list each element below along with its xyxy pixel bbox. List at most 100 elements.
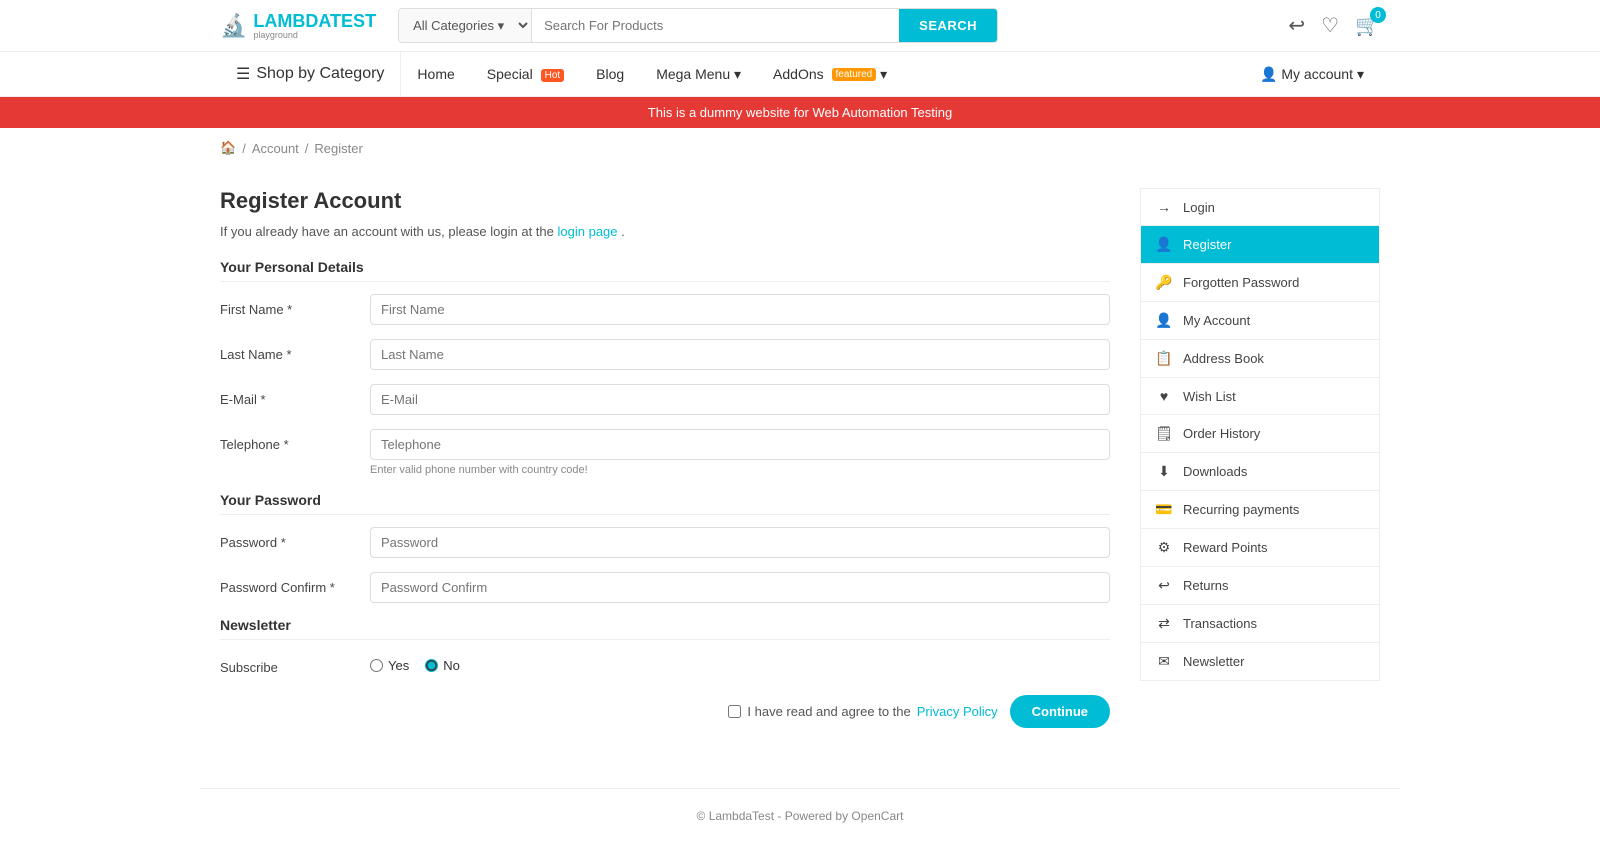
sidebar-item-newsletter[interactable]: ✉ Newsletter — [1140, 642, 1380, 681]
shop-category-label: Shop by Category — [256, 65, 384, 83]
subscribe-label: Subscribe — [220, 652, 370, 675]
subscribe-group: Subscribe Yes No — [220, 652, 1110, 675]
nav-home[interactable]: Home — [401, 54, 470, 94]
returns-icon: ↩ — [1155, 577, 1173, 594]
nav-shop-by-category[interactable]: ☰ Shop by Category — [220, 52, 401, 96]
telephone-input[interactable] — [370, 429, 1110, 460]
email-label: E-Mail * — [220, 384, 370, 407]
sidebar-item-my-account[interactable]: 👤 My Account — [1140, 301, 1380, 339]
email-group: E-Mail * — [220, 384, 1110, 415]
downloads-icon: ⬇ — [1155, 463, 1173, 480]
featured-badge: featured — [832, 68, 877, 81]
header: 🔬 LAMBDATEST playground All Categories ▾… — [0, 0, 1600, 52]
password-confirm-label: Password Confirm * — [220, 572, 370, 595]
password-confirm-group: Password Confirm * — [220, 572, 1110, 603]
sidebar-item-register[interactable]: 👤 Register — [1140, 225, 1380, 263]
personal-details-label: Your Personal Details — [220, 259, 1110, 282]
newsletter-section: Newsletter Subscribe Yes No — [220, 617, 1110, 675]
agree-checkbox[interactable] — [728, 705, 741, 718]
main-content: Register Account If you already have an … — [200, 168, 1400, 748]
last-name-group: Last Name * — [220, 339, 1110, 370]
first-name-input[interactable] — [370, 294, 1110, 325]
nav-my-account[interactable]: 👤 My account ▾ — [1244, 54, 1380, 95]
sidebar-item-forgotten-password[interactable]: 🔑 Forgotten Password — [1140, 263, 1380, 301]
last-name-label: Last Name * — [220, 339, 370, 362]
breadcrumb-home[interactable]: 🏠 — [220, 140, 236, 156]
email-input[interactable] — [370, 384, 1110, 415]
reward-points-icon: ⚙ — [1155, 539, 1173, 556]
search-bar: All Categories ▾ SEARCH — [398, 8, 998, 43]
subscribe-no-option[interactable]: No — [425, 658, 460, 673]
subscribe-radio-group: Yes No — [370, 652, 460, 673]
sidebar: → Login 👤 Register 🔑 Forgotten Password … — [1140, 188, 1380, 728]
register-form-section: Register Account If you already have an … — [220, 188, 1110, 728]
sidebar-item-address-book[interactable]: 📋 Address Book — [1140, 339, 1380, 377]
special-badge: Hot — [541, 69, 565, 82]
continue-button[interactable]: Continue — [1010, 695, 1110, 728]
logo[interactable]: 🔬 LAMBDATEST playground — [220, 12, 376, 40]
subscribe-yes-radio[interactable] — [370, 659, 383, 672]
sidebar-item-recurring-payments[interactable]: 💳 Recurring payments — [1140, 490, 1380, 528]
search-button[interactable]: SEARCH — [899, 9, 997, 42]
newsletter-label: Newsletter — [220, 617, 1110, 640]
nav-blog[interactable]: Blog — [580, 54, 640, 94]
sidebar-item-reward-points[interactable]: ⚙ Reward Points — [1140, 528, 1380, 566]
sidebar-item-transactions[interactable]: ⇄ Transactions — [1140, 604, 1380, 642]
search-input[interactable] — [532, 9, 899, 42]
first-name-group: First Name * — [220, 294, 1110, 325]
newsletter-icon: ✉ — [1155, 653, 1173, 670]
page-title: Register Account — [220, 188, 1110, 214]
agree-row: I have read and agree to the Privacy Pol… — [220, 695, 1110, 728]
account-icon: 👤 — [1260, 66, 1277, 83]
sidebar-item-login[interactable]: → Login — [1140, 188, 1380, 225]
my-account-icon: 👤 — [1155, 312, 1173, 329]
sidebar-item-wish-list[interactable]: ♥ Wish List — [1140, 377, 1380, 414]
last-name-input[interactable] — [370, 339, 1110, 370]
privacy-policy-link[interactable]: Privacy Policy — [917, 704, 998, 719]
breadcrumb-account[interactable]: Account — [252, 141, 299, 156]
logo-icon: 🔬 — [220, 13, 247, 39]
password-input[interactable] — [370, 527, 1110, 558]
breadcrumb-register: Register — [314, 141, 362, 156]
forgotten-password-icon: 🔑 — [1155, 274, 1173, 291]
sidebar-item-downloads[interactable]: ⬇ Downloads — [1140, 452, 1380, 490]
recurring-payments-icon: 💳 — [1155, 501, 1173, 518]
nav: ☰ Shop by Category Home Special Hot Blog… — [0, 52, 1600, 97]
register-icon: 👤 — [1155, 236, 1173, 253]
password-section-label: Your Password — [220, 492, 1110, 515]
nav-links: Home Special Hot Blog Mega Menu ▾ AddOns… — [401, 54, 1244, 95]
sidebar-item-order-history[interactable]: 🗒 Order History — [1140, 414, 1380, 452]
wishlist-icon[interactable]: ♡ — [1321, 13, 1339, 38]
telephone-group: Telephone * Enter valid phone number wit… — [220, 429, 1110, 476]
transactions-icon: ⇄ — [1155, 615, 1173, 632]
logo-name: LAMBDATEST — [253, 11, 376, 31]
subscribe-yes-option[interactable]: Yes — [370, 658, 409, 673]
telephone-hint: Enter valid phone number with country co… — [370, 464, 1110, 476]
telephone-label: Telephone * — [220, 429, 370, 452]
header-icons: ↩ ♡ 🛒 0 — [1288, 13, 1380, 38]
cart-badge: 0 — [1370, 7, 1386, 23]
password-label: Password * — [220, 527, 370, 550]
wish-list-icon: ♥ — [1155, 388, 1173, 404]
logo-sub: playground — [253, 30, 376, 40]
login-link[interactable]: login page — [558, 224, 618, 239]
cart-icon[interactable]: 🛒 0 — [1355, 13, 1380, 38]
order-history-icon: 🗒 — [1155, 425, 1173, 442]
alert-bar: This is a dummy website for Web Automati… — [0, 97, 1600, 128]
login-prompt: If you already have an account with us, … — [220, 224, 1110, 239]
footer: © LambdaTest - Powered by OpenCart — [200, 788, 1400, 843]
password-group: Password * — [220, 527, 1110, 558]
nav-special[interactable]: Special Hot — [471, 54, 580, 94]
password-confirm-input[interactable] — [370, 572, 1110, 603]
first-name-label: First Name * — [220, 294, 370, 317]
nav-mega-menu[interactable]: Mega Menu ▾ — [640, 54, 757, 95]
breadcrumb: 🏠 / Account / Register — [200, 140, 1400, 156]
nav-addons[interactable]: AddOns featured ▾ — [757, 54, 903, 95]
hamburger-icon: ☰ — [236, 64, 250, 84]
sidebar-item-returns[interactable]: ↩ Returns — [1140, 566, 1380, 604]
subscribe-no-radio[interactable] — [425, 659, 438, 672]
login-icon: → — [1155, 199, 1173, 215]
category-select[interactable]: All Categories ▾ — [399, 9, 532, 42]
back-icon[interactable]: ↩ — [1288, 13, 1305, 38]
agree-label[interactable]: I have read and agree to the Privacy Pol… — [728, 704, 997, 719]
